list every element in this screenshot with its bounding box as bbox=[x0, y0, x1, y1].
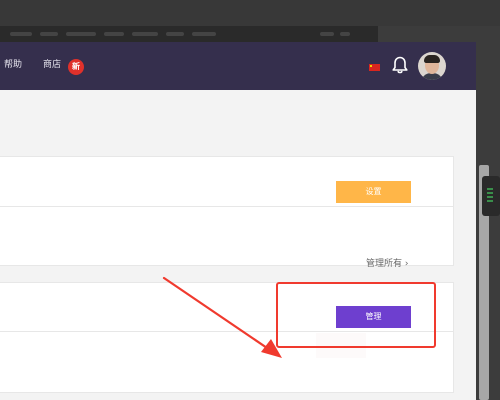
nav-store-link[interactable]: 商店 bbox=[43, 59, 61, 71]
user-avatar[interactable] bbox=[418, 52, 446, 80]
china-flag-icon[interactable] bbox=[369, 64, 380, 71]
side-panel-handle[interactable] bbox=[482, 176, 500, 216]
settings-card bbox=[0, 206, 454, 266]
nav-help-link[interactable]: 帮助 bbox=[4, 59, 22, 71]
settings-button[interactable]: 设置 bbox=[336, 181, 411, 203]
annotation-highlight-box bbox=[276, 282, 436, 348]
manage-all-link[interactable]: 管理所有 › bbox=[366, 258, 408, 270]
desktop-background bbox=[0, 0, 500, 26]
background-window-toolbar bbox=[0, 26, 378, 42]
store-new-badge: 新 bbox=[68, 59, 84, 75]
top-navigation-bar: 帮助 商店 新 bbox=[0, 42, 476, 90]
bell-icon[interactable] bbox=[390, 55, 410, 75]
